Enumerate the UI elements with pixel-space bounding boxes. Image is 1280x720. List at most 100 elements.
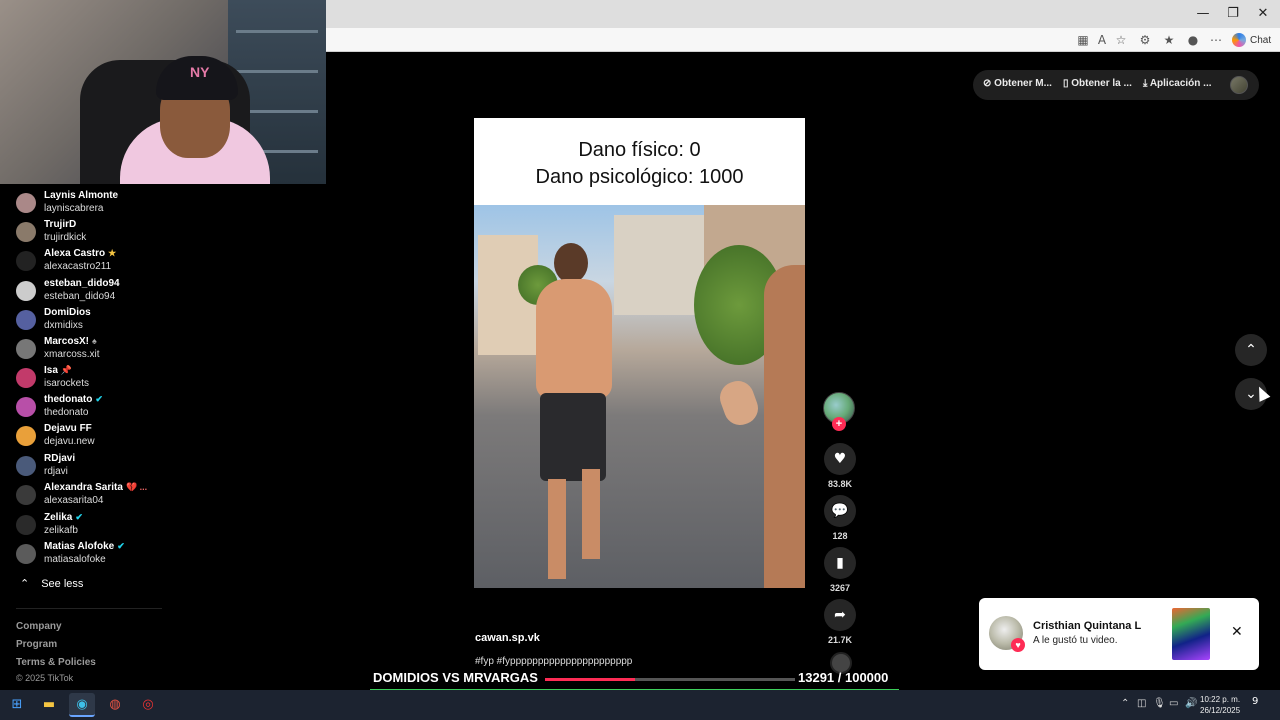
split-screen-icon[interactable]: ▦ [1074,31,1092,49]
following-name: DomiDios [44,307,91,318]
edge-browser-icon[interactable]: ◉ [69,693,95,717]
video-player[interactable]: Dano físico: 0 Dano psicológico: 1000 [474,118,805,588]
like-notification[interactable]: ♥ Cristhian Quintana L A le gustó tu vid… [979,598,1259,670]
footer-company-link[interactable]: Company [16,621,62,632]
like-button[interactable]: ♥ [824,443,856,475]
see-less-button[interactable]: ⌃ See less [20,577,83,590]
close-icon[interactable]: ✕ [1231,624,1243,640]
following-name: esteban_dido94 [44,278,120,289]
following-handle: zelikafb [44,525,78,536]
notification-count: 9 [1252,696,1259,707]
copyright-text: © 2025 TikTok [16,673,74,683]
profile-icon[interactable]: ● [1184,31,1202,49]
following-item[interactable]: esteban_dido94 esteban_dido94 [16,278,166,306]
following-item[interactable]: TrujirD trujirdkick [16,219,166,247]
comment-icon: 💬 [831,503,849,519]
extensions-icon[interactable]: ⚙ [1136,31,1154,49]
avatar [16,485,36,505]
following-item[interactable]: Alexandra Sarita 💔 ... alexasarita04 [16,482,166,510]
following-item[interactable]: Isa 📌 isarockets [16,365,166,393]
follow-plus-button[interactable]: + [832,417,846,431]
webcam-overlay: NY [0,0,326,184]
microphone-icon[interactable]: 🎙 [1153,698,1166,709]
following-item[interactable]: Alexa Castro ★ alexacastro211 [16,248,166,276]
file-explorer-icon[interactable]: ▬ [36,693,62,717]
windows-start-icon[interactable]: ⊞ [4,693,30,717]
stream-overlay-track [545,678,795,681]
following-handle: dxmidixs [44,320,83,331]
system-clock[interactable]: 10:22 p. m. 26/12/2025 [1200,694,1240,716]
user-avatar[interactable] [1230,76,1248,94]
video-friend [764,265,805,588]
avatar [16,339,36,359]
following-item[interactable]: RDjavi rdjavi [16,453,166,481]
bookmark-icon: ▮ [836,555,844,571]
chrome-icon[interactable]: ◍ [102,693,128,717]
volume-icon[interactable]: 🔊 [1185,698,1197,709]
windows-taskbar: ⊞ ▬ ◉ ◍ ◎ ⌃ ◫ 🎙 ▭ 🔊 10:22 p. m. 26/12/20… [0,690,1280,720]
close-window-button[interactable]: ✕ [1248,4,1278,24]
tray-chevron-icon[interactable]: ⌃ [1121,698,1129,709]
following-name: TrujirD [44,219,77,230]
copilot-chat-button[interactable]: Chat [1232,31,1271,49]
verified-badge-icon: ✔ [117,541,125,551]
footer-terms-link[interactable]: Terms & Policies [16,657,96,668]
following-item[interactable]: DomiDios dxmidixs [16,307,166,335]
favorites-icon[interactable]: ★ [1160,31,1178,49]
following-item[interactable]: Laynis Almonte layniscabrera [16,190,166,218]
more-menu-icon[interactable]: ⋯ [1207,31,1225,49]
following-item[interactable]: MarcosX! ♠ xmarcoss.xit [16,336,166,364]
avatar [16,426,36,446]
following-item[interactable]: thedonato ✔ thedonato [16,394,166,422]
avatar [16,456,36,476]
previous-video-button[interactable]: ⌃ [1235,334,1267,366]
see-less-label: See less [41,577,84,590]
notification-thumbnail[interactable] [1172,608,1210,660]
tray-app-icon[interactable]: ◫ [1137,698,1146,709]
stream-overlay-title: DOMIDIOS VS MRVARGAS [373,670,538,685]
following-item[interactable]: Dejavu FF dejavu.new [16,423,166,451]
comment-button[interactable]: 💬 [824,495,856,527]
top-actions-pill: ⊘ Obtener M... ▯ Obtener la ... ⤓ Aplica… [973,70,1259,100]
following-item[interactable]: Zelika ✔ zelikafb [16,512,166,540]
following-item[interactable]: Matias Alofoke ✔ matiasalofoke [16,541,166,569]
avatar [16,397,36,417]
share-arrow-icon: ➦ [834,607,846,623]
avatar [16,544,36,564]
broken-heart-badge-icon: 💔 ... [125,482,148,492]
video-description[interactable]: #fyp #fypppppppppppppppppppppp [475,656,632,667]
obs-icon[interactable]: ◎ [135,693,161,717]
following-name: MarcosX! ♠ [44,336,97,347]
notification-name: Cristhian Quintana L [1033,620,1142,632]
stream-overlay-fill [545,678,635,681]
pin-badge-icon: 📌 [60,365,73,375]
video-scene [474,205,805,588]
save-button[interactable]: ▮ [824,547,856,579]
following-handle: alexacastro211 [44,261,112,272]
desktop-app-button[interactable]: ⤓ Aplicación ... [1143,78,1212,89]
notification-center-icon[interactable]: 9 [1252,696,1258,707]
footer-program-link[interactable]: Program [16,639,57,650]
heart-icon: ♥ [833,451,847,467]
favorite-star-icon[interactable]: ☆ [1112,31,1130,49]
minimize-button[interactable]: — [1188,4,1218,24]
verified-badge-icon: ✔ [75,512,83,522]
maximize-button[interactable]: ❐ [1218,4,1248,24]
translate-icon[interactable]: A [1093,31,1111,49]
house [614,215,704,315]
following-handle: trujirdkick [44,232,87,243]
heart-icon: ♥ [1011,638,1025,652]
cap-logo: NY [190,64,210,80]
avatar [16,515,36,535]
get-app-button[interactable]: ▯ Obtener la ... [1063,78,1132,89]
save-count: 3267 [829,583,851,593]
share-button[interactable]: ➦ [824,599,856,631]
verified-badge-icon: ✔ [95,394,103,404]
video-author[interactable]: cawan.sp.vk [475,632,540,644]
share-count: 21.7K [827,635,853,645]
network-icon[interactable]: ▭ [1169,698,1178,709]
following-name: Alexandra Sarita 💔 ... [44,482,148,493]
get-coins-button[interactable]: ⊘ Obtener M... [983,78,1052,89]
following-handle: matiasalofoke [44,554,106,565]
stream-overlay-count: 13291 / 100000 [798,670,889,685]
